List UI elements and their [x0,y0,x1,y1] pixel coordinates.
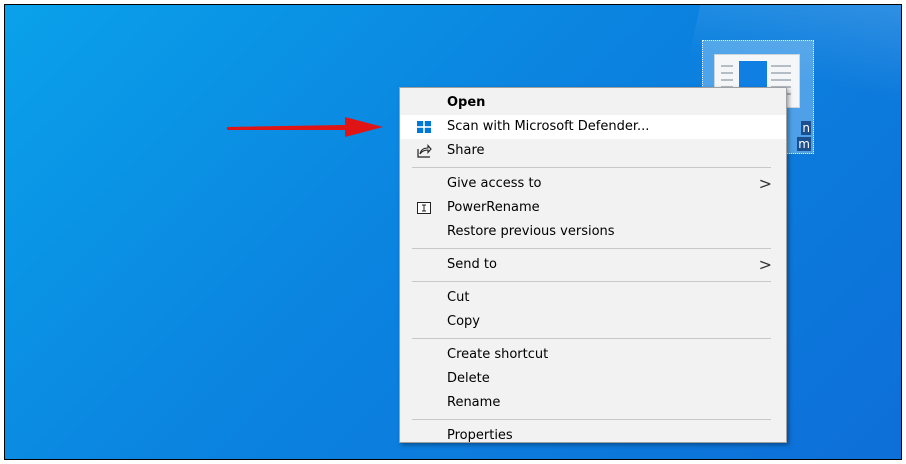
menu-separator [412,248,771,249]
menu-item-give-access[interactable]: Give access to > [400,172,786,196]
menu-item-share[interactable]: Share [400,139,786,163]
defender-shield-icon [417,121,431,133]
chevron-right-icon: > [758,174,772,193]
context-menu: Open Scan with Microsoft Defender... Sha… [399,87,787,443]
menu-item-send-to[interactable]: Send to > [400,253,786,277]
file-name-label-line2: m [797,137,811,151]
menu-item-cut[interactable]: Cut [400,286,786,310]
menu-item-create-shortcut[interactable]: Create shortcut [400,343,786,367]
menu-item-properties[interactable]: Properties [400,424,786,448]
menu-separator [412,338,771,339]
menu-item-open[interactable]: Open [400,91,786,115]
menu-item-label: Properties [447,428,513,443]
menu-separator [412,167,771,168]
menu-item-label: Open [447,95,486,110]
menu-item-label: Rename [447,395,501,410]
menu-item-label: Share [447,143,485,158]
menu-item-label: Cut [447,290,470,305]
menu-item-label: PowerRename [447,200,540,215]
menu-item-powerrename[interactable]: PowerRename [400,196,786,220]
desktop-screenshot: n m Open Scan with Microsoft Defender...… [4,4,902,460]
chevron-right-icon: > [758,255,772,274]
power-rename-icon [417,202,431,214]
menu-separator [412,281,771,282]
menu-item-label: Restore previous versions [447,224,615,239]
menu-item-copy[interactable]: Copy [400,310,786,334]
menu-separator [412,419,771,420]
share-icon [417,144,432,158]
menu-item-restore-versions[interactable]: Restore previous versions [400,220,786,244]
menu-item-delete[interactable]: Delete [400,367,786,391]
file-name-label-line1: n [801,121,811,135]
menu-item-label: Give access to [447,176,542,191]
menu-item-label: Send to [447,257,497,272]
menu-item-label: Copy [447,314,480,329]
menu-item-scan-defender[interactable]: Scan with Microsoft Defender... [400,115,786,139]
menu-item-label: Create shortcut [447,347,549,362]
menu-item-rename[interactable]: Rename [400,391,786,415]
red-arrow-annotation [227,117,383,137]
menu-item-label: Scan with Microsoft Defender... [447,119,650,134]
menu-item-label: Delete [447,371,490,386]
